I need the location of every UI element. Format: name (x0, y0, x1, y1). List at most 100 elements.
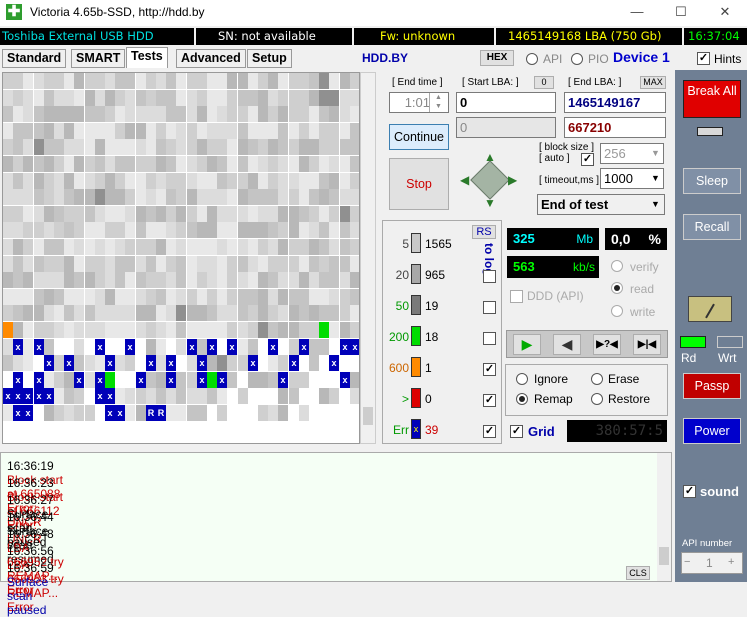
recall-button[interactable]: Recall (683, 214, 741, 240)
scan-block (136, 405, 146, 421)
api-number-spinner[interactable]: − 1 + (681, 552, 743, 574)
scan-block (248, 322, 258, 338)
remap-radio[interactable] (516, 393, 528, 405)
scan-block (146, 189, 156, 205)
ignore-radio[interactable] (516, 373, 528, 385)
log-scrollbar[interactable] (657, 453, 671, 581)
erase-radio[interactable] (591, 373, 603, 385)
scan-block (340, 272, 350, 288)
end-button[interactable]: ▶|◀ (633, 334, 661, 355)
scan-block (329, 156, 339, 172)
sound-checkbox[interactable]: ✓ (683, 485, 696, 498)
close-button[interactable]: ✕ (710, 2, 740, 22)
play-button[interactable]: ▶ (513, 334, 541, 355)
scan-block (268, 156, 278, 172)
start-lba-zero-button[interactable]: 0 (534, 76, 554, 89)
stop-button[interactable]: Stop (389, 158, 449, 210)
elapsed-timer: 380:57:5 (567, 420, 667, 442)
legend-log-checkbox[interactable]: ✓ (483, 363, 496, 376)
end-action-select[interactable]: End of test (537, 194, 665, 215)
start-lba-field[interactable]: 0 (456, 92, 556, 113)
break-all-button[interactable]: Break All (683, 80, 741, 118)
scan-block (227, 206, 237, 222)
scan-block (248, 139, 258, 155)
arrow-down-icon[interactable]: ▼ (484, 196, 496, 210)
scan-block (309, 173, 319, 189)
hex-button[interactable]: HEX (480, 50, 514, 66)
scan-block (299, 305, 309, 321)
continue-button[interactable]: Continue (389, 124, 449, 150)
scan-block (95, 173, 105, 189)
grid-scroll-thumb[interactable] (363, 407, 373, 425)
scan-block (136, 388, 146, 404)
tab-standard[interactable]: Standard (2, 49, 67, 68)
block-auto-checkbox[interactable]: ✓ (581, 153, 594, 166)
legend-log-checkbox[interactable]: ✓ (483, 425, 496, 438)
scan-block (105, 73, 115, 89)
scan-block (54, 90, 64, 106)
scan-block (166, 90, 176, 106)
pio-radio[interactable] (571, 53, 583, 65)
scan-block (166, 73, 176, 89)
read-radio[interactable] (611, 282, 623, 294)
skip-unknown-button[interactable]: ▶?◀ (593, 334, 621, 355)
legend-log-checkbox[interactable] (483, 270, 496, 283)
scan-block (217, 156, 227, 172)
app-cross-icon: ✚ (6, 3, 22, 20)
restore-radio[interactable] (591, 393, 603, 405)
error-block: x (329, 355, 339, 371)
scan-block (3, 222, 13, 238)
legend-log-checkbox[interactable]: ✓ (483, 394, 496, 407)
power-button[interactable]: Power (683, 418, 741, 444)
scan-block (207, 90, 217, 106)
ddd-checkbox[interactable] (510, 290, 523, 303)
tab-tests[interactable]: Tests (126, 47, 168, 68)
verify-radio[interactable] (611, 260, 623, 272)
hints-checkbox[interactable]: ✓ (697, 52, 710, 65)
end-lba-field[interactable]: 1465149167 (564, 92, 666, 113)
tab-row: Standard SMART Tests Advanced Setup HDD.… (0, 47, 747, 69)
timeout-dropdown-icon[interactable]: ▼ (648, 169, 663, 188)
arrow-right-icon[interactable]: ▶ (508, 173, 517, 187)
maximize-button[interactable]: ☐ (666, 2, 696, 22)
grid-scrollbar[interactable] (360, 72, 376, 444)
write-radio[interactable] (611, 305, 623, 317)
arrow-up-icon[interactable]: ▲ (484, 150, 496, 164)
reverse-button[interactable]: ◀ (553, 334, 581, 355)
tab-smart[interactable]: SMART (71, 49, 126, 68)
scan-block (207, 106, 217, 122)
legend-count: 0 (425, 392, 432, 406)
scan-block (64, 123, 74, 139)
scan-block (299, 73, 309, 89)
end-action-dropdown-icon[interactable]: ▼ (648, 195, 663, 214)
sleep-button[interactable]: Sleep (683, 168, 741, 194)
error-block: x (278, 372, 288, 388)
end-time-spinner[interactable]: ▲ ▼ (429, 93, 447, 112)
legend-count: 18 (425, 330, 439, 344)
scan-block (278, 388, 288, 404)
grid-checkbox[interactable]: ✓ (510, 425, 523, 438)
block-size-dropdown-icon[interactable]: ▼ (648, 144, 663, 163)
passp-button[interactable]: Passp (683, 373, 741, 399)
legend-log-checkbox[interactable] (483, 332, 496, 345)
tab-advanced[interactable]: Advanced (176, 49, 246, 68)
scan-block (156, 322, 166, 338)
scan-block (289, 90, 299, 106)
arrow-left-icon[interactable]: ◀ (460, 173, 469, 187)
tab-setup[interactable]: Setup (247, 49, 292, 68)
scan-block (146, 90, 156, 106)
end-lba-max-button[interactable]: MAX (640, 76, 666, 89)
rs-button[interactable]: RS (472, 225, 496, 239)
read-led (680, 336, 706, 348)
legend-log-checkbox[interactable] (483, 301, 496, 314)
surface-scan-grid: xxxxxxxxxxxxxxxxxxxxxxxxxxxxxxxxxxxxxxxx… (2, 72, 360, 444)
error-block: x (105, 405, 115, 421)
log-scroll-thumb[interactable] (659, 547, 669, 565)
api-decrement-button[interactable]: − (684, 556, 698, 568)
scan-block (64, 189, 74, 205)
api-radio[interactable] (526, 53, 538, 65)
minimize-button[interactable]: — (622, 2, 652, 22)
api-increment-button[interactable]: + (728, 556, 734, 568)
clear-log-button[interactable]: CLS (626, 566, 650, 580)
scan-block (85, 206, 95, 222)
